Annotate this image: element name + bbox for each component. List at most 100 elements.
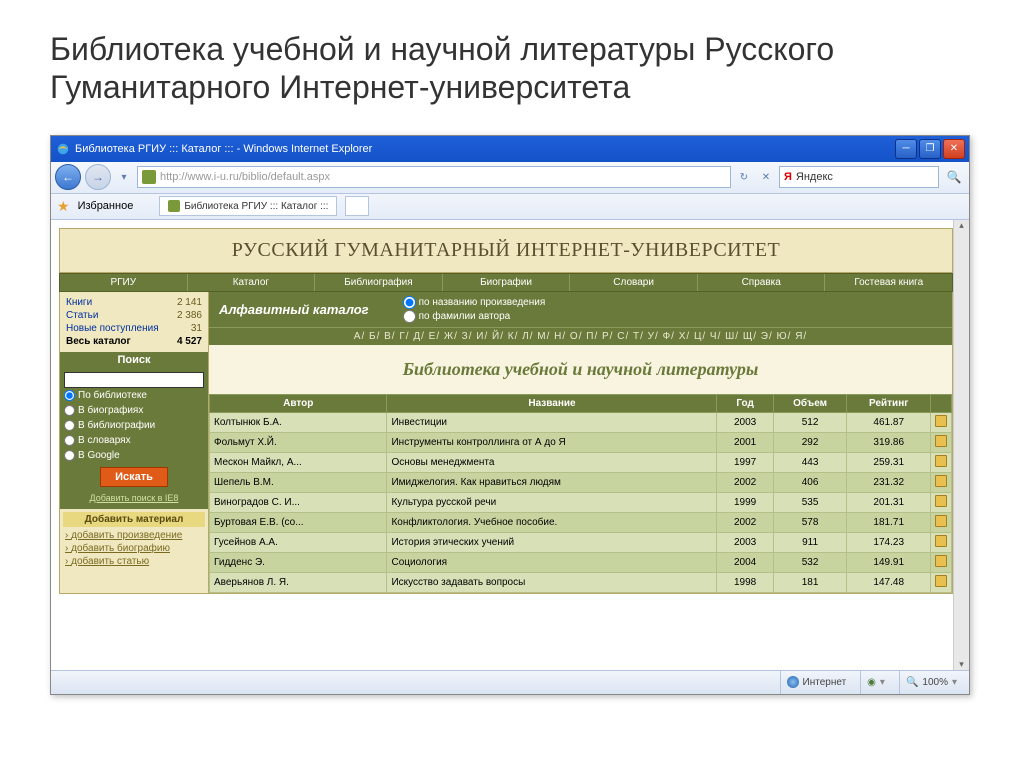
stats-row[interactable]: Книги2 141 (64, 296, 204, 309)
search-input[interactable] (64, 372, 204, 388)
catalog-opt-by-title[interactable]: по названию произведения (403, 296, 546, 309)
table-cell: 181 (773, 572, 847, 592)
table-row[interactable]: Аверьянов Л. Я.Искусство задавать вопрос… (210, 572, 952, 592)
tab-favicon (168, 200, 180, 212)
document-icon (935, 555, 947, 567)
table-cell: 259.31 (847, 452, 931, 472)
table-cell: Шепель В.М. (210, 472, 387, 492)
download-cell[interactable] (931, 412, 952, 432)
download-cell[interactable] (931, 572, 952, 592)
download-cell[interactable] (931, 552, 952, 572)
status-bar: Интернет ◉ ▾ 🔍 100% ▾ (51, 670, 969, 694)
catalog-opt-by-author[interactable]: по фамилии автора (403, 310, 546, 323)
search-option[interactable]: В библиографии (64, 418, 204, 433)
table-header-icon (931, 394, 952, 412)
new-tab-button[interactable] (345, 196, 369, 216)
favorites-label[interactable]: Избранное (78, 200, 134, 212)
address-bar[interactable]: http://www.i-u.ru/biblio/default.aspx (137, 166, 731, 188)
table-cell: Гусейнов А.А. (210, 532, 387, 552)
search-option[interactable]: В Google (64, 448, 204, 463)
forward-button[interactable]: → (85, 164, 111, 190)
status-protected-mode: ◉ ▾ (860, 671, 891, 694)
document-icon (935, 575, 947, 587)
table-cell: 512 (773, 412, 847, 432)
search-option[interactable]: По библиотеке (64, 388, 204, 403)
table-row[interactable]: Виноградов С. И...Культура русской речи1… (210, 492, 952, 512)
site-header: РУССКИЙ ГУМАНИТАРНЫЙ ИНТЕРНЕТ-УНИВЕРСИТЕ… (59, 228, 953, 273)
stats-row[interactable]: Новые поступления31 (64, 322, 204, 335)
browser-tab[interactable]: Библиотека РГИУ ::: Каталог ::: (159, 196, 337, 216)
add-material-panel: Добавить материал добавить произведениед… (60, 509, 208, 571)
browser-window: Библиотека РГИУ ::: Каталог ::: - Window… (50, 135, 970, 695)
table-row[interactable]: Колтынюк Б.А.Инвестиции2003512461.87 (210, 412, 952, 432)
download-cell[interactable] (931, 512, 952, 532)
stats-row[interactable]: Статьи2 386 (64, 309, 204, 322)
download-cell[interactable] (931, 532, 952, 552)
document-icon (935, 455, 947, 467)
table-cell: 319.86 (847, 432, 931, 452)
favorites-star-icon[interactable]: ★ (57, 198, 70, 215)
add-link[interactable]: добавить статью (63, 555, 205, 568)
close-button[interactable]: ✕ (943, 139, 965, 159)
table-cell: Культура русской речи (387, 492, 717, 512)
alphabet-index[interactable]: А/ Б/ В/ Г/ Д/ Е/ Ж/ З/ И/ Й/ К/ Л/ М/ Н… (209, 327, 952, 345)
nav-link[interactable]: Словари (570, 274, 698, 291)
add-link[interactable]: добавить биографию (63, 542, 205, 555)
table-cell: Аверьянов Л. Я. (210, 572, 387, 592)
search-box[interactable]: Я Яндекс (779, 166, 939, 188)
table-cell: 2004 (717, 552, 773, 572)
table-cell: 1997 (717, 452, 773, 472)
status-zoom[interactable]: 🔍 100% ▾ (899, 671, 963, 694)
refresh-button[interactable]: ↻ (735, 166, 753, 188)
table-cell: Социология (387, 552, 717, 572)
table-cell: История этических учений (387, 532, 717, 552)
add-material-header: Добавить материал (63, 512, 205, 527)
table-row[interactable]: Мескон Майкл, А...Основы менеджмента1997… (210, 452, 952, 472)
nav-link[interactable]: РГИУ (60, 274, 188, 291)
table-cell: Искусство задавать вопросы (387, 572, 717, 592)
table-cell: Конфликтология. Учебное пособие. (387, 512, 717, 532)
table-row[interactable]: Буртовая Е.В. (со...Конфликтология. Учеб… (210, 512, 952, 532)
nav-link[interactable]: Библиография (315, 274, 443, 291)
table-row[interactable]: Гусейнов А.А.История этических учений200… (210, 532, 952, 552)
scrollbar[interactable] (953, 220, 969, 670)
table-cell: 461.87 (847, 412, 931, 432)
sidebar: Книги2 141Статьи2 386Новые поступления31… (59, 292, 209, 594)
table-cell: 292 (773, 432, 847, 452)
download-cell[interactable] (931, 452, 952, 472)
table-cell: 231.32 (847, 472, 931, 492)
download-cell[interactable] (931, 492, 952, 512)
minimize-button[interactable]: ─ (895, 139, 917, 159)
maximize-button[interactable]: ❐ (919, 139, 941, 159)
table-cell: 535 (773, 492, 847, 512)
table-cell: 532 (773, 552, 847, 572)
table-header[interactable]: Объем (773, 394, 847, 412)
table-row[interactable]: Гидденс Э.Социология2004532149.91 (210, 552, 952, 572)
search-option[interactable]: В биографиях (64, 403, 204, 418)
add-link[interactable]: добавить произведение (63, 529, 205, 542)
table-row[interactable]: Фольмут Х.Й.Инструменты контроллинга от … (210, 432, 952, 452)
ie-icon (55, 141, 71, 157)
stats-block: Книги2 141Статьи2 386Новые поступления31… (60, 292, 208, 352)
table-header[interactable]: Название (387, 394, 717, 412)
table-header[interactable]: Автор (210, 394, 387, 412)
table-row[interactable]: Шепель В.М.Имиджелогия. Как нравиться лю… (210, 472, 952, 492)
nav-link[interactable]: Гостевая книга (825, 274, 952, 291)
download-cell[interactable] (931, 472, 952, 492)
download-cell[interactable] (931, 432, 952, 452)
nav-link[interactable]: Биографии (443, 274, 571, 291)
table-header[interactable]: Рейтинг (847, 394, 931, 412)
table-header[interactable]: Год (717, 394, 773, 412)
table-cell: Гидденс Э. (210, 552, 387, 572)
table-cell: 147.48 (847, 572, 931, 592)
stop-button[interactable]: ✕ (757, 166, 775, 188)
search-option[interactable]: В словарях (64, 433, 204, 448)
search-button[interactable]: Искать (100, 467, 168, 487)
nav-link[interactable]: Справка (698, 274, 826, 291)
dropdown-icon[interactable]: ▾ (115, 166, 133, 188)
add-search-ie8-link[interactable]: Добавить поиск в IE8 (64, 491, 204, 505)
back-button[interactable]: ← (55, 164, 81, 190)
nav-link[interactable]: Каталог (188, 274, 316, 291)
table-cell: 578 (773, 512, 847, 532)
search-icon[interactable]: 🔍 (943, 166, 965, 188)
